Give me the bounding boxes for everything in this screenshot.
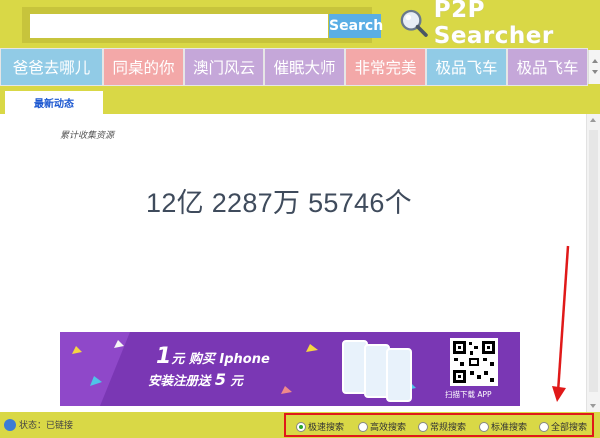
scroll-up-icon[interactable] (590, 118, 596, 122)
radio-label: 极速搜索 (308, 423, 345, 433)
scroll-down-icon[interactable] (592, 70, 598, 74)
qr-code (450, 338, 498, 386)
scrollbar-thumb[interactable] (589, 130, 598, 392)
tab-keyword-6[interactable]: 极品飞车 (426, 48, 507, 86)
app-title: P2P Searcher (433, 0, 554, 49)
tab-keyword-1[interactable]: 爸爸去哪儿 (0, 48, 103, 86)
radio-standard-search[interactable]: 标准搜索 (479, 420, 527, 433)
radio-dot[interactable] (358, 421, 368, 432)
scroll-down-icon[interactable] (590, 404, 596, 408)
radio-dot[interactable] (479, 421, 489, 432)
tab-scroll-arrows[interactable] (588, 50, 600, 84)
phone-image (386, 348, 412, 402)
status-bar: 状态：已链接 极速搜索 高效搜索 常规搜索 标准搜索 全部搜索 (0, 412, 600, 438)
content-scrollbar[interactable] (586, 114, 600, 412)
top-bar: Search P2P Searcher (0, 0, 600, 49)
promo-register: 安装注册送 5 元 (148, 370, 243, 389)
promo-register-number: 5 (214, 370, 226, 389)
tab-keyword-2[interactable]: 同桌的你 (103, 48, 184, 86)
connection-status: 状态：已链接 (4, 418, 73, 431)
radio-label: 全部搜索 (551, 423, 588, 433)
magnifier-icon (400, 9, 428, 37)
app-logo: P2P Searcher (400, 0, 600, 49)
tab-latest-news[interactable]: 最新动态 (5, 91, 103, 114)
radio-label: 常规搜索 (430, 423, 467, 433)
status-icon (4, 418, 16, 431)
promo-register-text: 安装注册送 (148, 373, 215, 388)
search-bar: Search (22, 7, 383, 43)
search-input[interactable] (30, 14, 328, 38)
content-tabs: 最新动态 (0, 88, 600, 114)
radio-all-search[interactable]: 全部搜索 (539, 420, 587, 433)
promo-price-number: 1 (156, 344, 172, 369)
scroll-up-icon[interactable] (592, 59, 598, 63)
red-arrow-icon (552, 245, 570, 402)
search-mode-group: 极速搜索 高效搜索 常规搜索 标准搜索 全部搜索 (284, 413, 594, 437)
search-button[interactable]: Search (329, 14, 383, 38)
resource-count: 12亿 2287万 55746个 (146, 188, 412, 218)
tab-keyword-5[interactable]: 非常完美 (345, 48, 426, 86)
promo-price-unit: 元 (171, 352, 185, 367)
content-panel: 累计收集资源 12亿 2287万 55746个 1元 购买 Iphone 安装注… (0, 114, 586, 412)
radio-dot[interactable] (539, 421, 549, 432)
radio-dot[interactable] (418, 421, 428, 432)
radio-label: 高效搜索 (370, 423, 407, 433)
hot-keyword-tabs: 爸爸去哪儿 同桌的你 澳门风云 催眠大师 非常完美 极品飞车 极品飞车 (0, 46, 600, 88)
status-text: 状态：已链接 (19, 421, 74, 431)
radio-label: 标准搜索 (491, 423, 528, 433)
promo-price: 1元 购买 Iphone (156, 344, 270, 369)
tab-keyword-4[interactable]: 催眠大师 (264, 48, 345, 86)
radio-normal-search[interactable]: 常规搜索 (418, 420, 466, 433)
tab-keyword-7[interactable]: 极品飞车 (507, 48, 588, 86)
promo-banner[interactable]: 1元 购买 Iphone 安装注册送 5 元 扫描下载 APP (60, 332, 520, 406)
promo-price-text: 购买 Iphone (184, 352, 270, 367)
radio-fast-search[interactable]: 极速搜索 (296, 420, 344, 433)
radio-efficient-search[interactable]: 高效搜索 (358, 420, 406, 433)
radio-dot[interactable] (296, 421, 306, 432)
stats-caption: 累计收集资源 (60, 131, 115, 141)
scan-download-text: 扫描下载 APP (445, 390, 492, 399)
tab-keyword-3[interactable]: 澳门风云 (184, 48, 264, 86)
promo-register-unit: 元 (226, 373, 243, 388)
